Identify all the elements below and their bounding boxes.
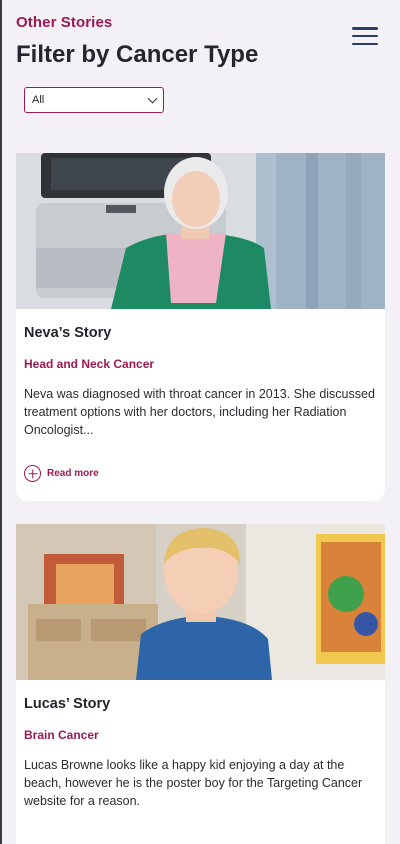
story-body: Lucas’ Story Brain Cancer Lucas Browne l… [16, 680, 385, 810]
story-body: Neva’s Story Head and Neck Cancer Neva w… [16, 309, 385, 482]
story-photo-lucas [16, 524, 385, 680]
page-header: Other Stories Filter by Cancer Type All [0, 0, 400, 150]
select-box[interactable]: All [24, 87, 164, 113]
page-title: Filter by Cancer Type [16, 41, 259, 68]
cancer-type-select[interactable]: All [24, 87, 164, 113]
chevron-down-icon [147, 93, 158, 103]
story-title[interactable]: Lucas’ Story [24, 696, 377, 712]
story-excerpt: Neva was diagnosed with throat cancer in… [24, 387, 375, 437]
read-more-link[interactable]: Read more [24, 465, 377, 482]
section-eyebrow: Other Stories [16, 14, 113, 31]
story-excerpt: Lucas Browne looks like a happy kid enjo… [24, 758, 363, 808]
story-card[interactable]: Lucas’ Story Brain Cancer Lucas Browne l… [16, 524, 385, 844]
story-category[interactable]: Head and Neck Cancer [24, 357, 377, 371]
select-value: All [32, 94, 45, 106]
menu-bar [352, 34, 378, 38]
story-image [16, 524, 385, 680]
menu-bar [352, 27, 378, 30]
hamburger-menu-icon[interactable] [352, 27, 378, 45]
story-category[interactable]: Brain Cancer [24, 728, 377, 742]
story-title[interactable]: Neva’s Story [24, 325, 377, 341]
story-photo-neva [16, 153, 385, 309]
plus-circle-icon [24, 465, 41, 482]
menu-bar [352, 42, 378, 45]
story-image [16, 153, 385, 309]
story-card[interactable]: Neva’s Story Head and Neck Cancer Neva w… [16, 153, 385, 501]
read-more-label: Read more [47, 468, 99, 479]
